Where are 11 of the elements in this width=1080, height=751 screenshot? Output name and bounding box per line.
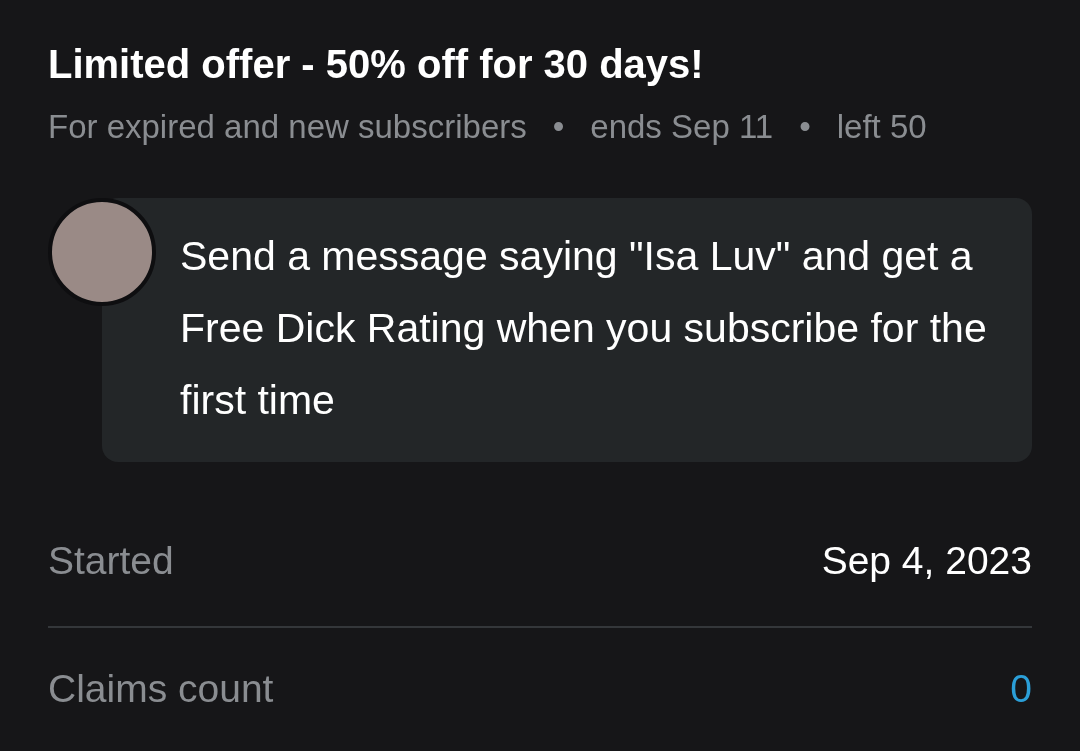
offer-detail: For expired and new subscribers (48, 107, 527, 147)
stat-link[interactable]: 0 (1010, 660, 1032, 719)
message-bubble: Send a message saying "Isa Luv" and get a Free Dick Rating when you subscribe for the first time (102, 197, 1032, 462)
offer-detail: ends Sep 11 (590, 107, 774, 147)
stat-value: Sep 4, 2023 (821, 537, 1032, 584)
stat-label: Claims count (48, 666, 274, 712)
stat-label: Started (48, 537, 174, 584)
separator-dot: • (552, 107, 565, 147)
offer-title: Limited offer - 50% off for 30 days! (48, 41, 705, 88)
offer-detail: left 50 (836, 107, 927, 147)
separator-dot: • (799, 107, 811, 147)
